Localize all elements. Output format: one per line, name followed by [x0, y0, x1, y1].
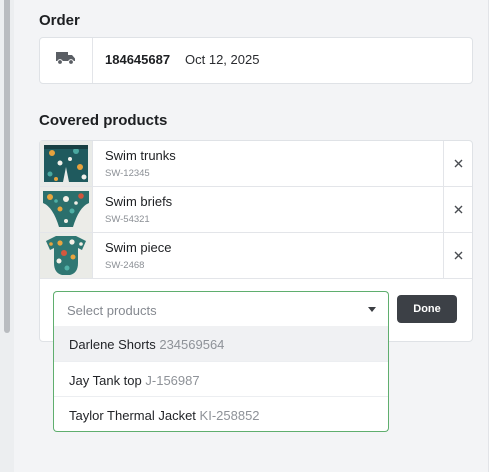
dropdown-option[interactable]: Taylor Thermal Jacket KI-258852	[54, 396, 388, 432]
product-row: Swim piece SW-2468	[40, 233, 472, 279]
close-icon	[454, 155, 463, 173]
covered-products-heading: Covered products	[39, 112, 168, 129]
product-sku: SW-12345	[105, 168, 150, 179]
product-name: Swim piece	[105, 240, 172, 255]
option-sku: KI-258852	[199, 408, 260, 423]
order-card: 184645687 Oct 12, 2025	[39, 37, 473, 84]
option-name: Taylor Thermal Jacket	[69, 408, 196, 423]
dropdown-option[interactable]: Jay Tank top J-156987	[54, 361, 388, 397]
dropdown-option[interactable]: Darlene Shorts 234569564	[54, 326, 388, 361]
scrollbar-thumb[interactable]	[4, 0, 10, 333]
truck-icon	[56, 51, 76, 70]
order-icon-cell	[40, 38, 93, 83]
remove-product-button[interactable]	[443, 187, 473, 232]
remove-product-button[interactable]	[443, 233, 473, 278]
side-panel: Order 184645687 Oct 12, 2025 Covered pro…	[14, 0, 489, 472]
product-row: Swim briefs SW-54321	[40, 187, 472, 233]
swim-trunks-thumbnail	[40, 141, 93, 186]
product-sku: SW-54321	[105, 214, 150, 225]
remove-product-button[interactable]	[443, 141, 473, 186]
option-name: Darlene Shorts	[69, 337, 156, 352]
option-sku: J-156987	[145, 373, 200, 388]
order-number: 184645687	[105, 52, 171, 67]
product-name: Swim briefs	[105, 194, 173, 209]
close-icon	[454, 247, 463, 265]
swim-piece-thumbnail	[40, 233, 93, 278]
swim-briefs-thumbnail	[40, 187, 93, 232]
option-name: Jay Tank top	[69, 373, 142, 388]
select-placeholder: Select products	[67, 303, 157, 318]
product-select-input[interactable]: Select products	[53, 291, 389, 327]
close-icon	[454, 201, 463, 219]
option-sku: 234569564	[159, 337, 225, 352]
order-heading: Order	[39, 12, 80, 29]
order-date: Oct 12, 2025	[185, 52, 260, 67]
product-name: Swim trunks	[105, 148, 176, 163]
product-row: Swim trunks SW-12345	[40, 141, 472, 187]
caret-down-icon[interactable]	[368, 307, 376, 312]
done-button[interactable]: Done	[397, 295, 457, 323]
product-sku: SW-2468	[105, 260, 145, 271]
product-options-dropdown: Darlene Shorts 234569564 Jay Tank top J-…	[53, 326, 389, 432]
